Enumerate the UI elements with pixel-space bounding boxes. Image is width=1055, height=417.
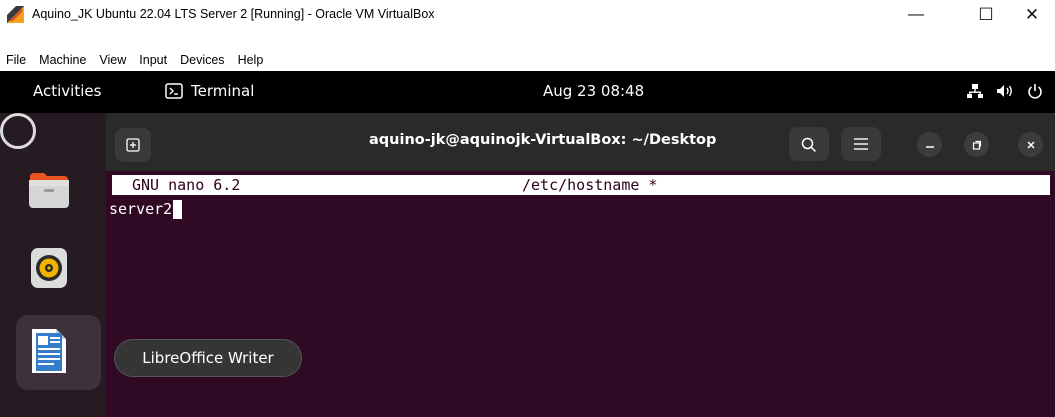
terminal-icon <box>165 83 183 99</box>
hamburger-menu-button[interactable] <box>841 127 881 161</box>
libreoffice-writer-icon <box>32 329 66 373</box>
text-cursor <box>173 199 183 219</box>
nano-version: GNU nano 6.2 <box>132 176 241 194</box>
rhythmbox-icon <box>31 248 67 288</box>
search-button[interactable] <box>789 127 829 161</box>
system-tray[interactable] <box>954 83 1043 99</box>
menu-input[interactable]: Input <box>139 53 167 67</box>
ubuntu-dock <box>0 113 106 417</box>
terminal-title: aquino-jk@aquinojk-VirtualBox: ~/Desktop <box>369 132 717 148</box>
menu-view[interactable]: View <box>99 53 126 67</box>
dock-item-rhythmbox[interactable] <box>16 241 101 316</box>
terminal-minimize-button[interactable] <box>917 132 942 157</box>
window-title: Aquino_JK Ubuntu 22.04 LTS Server 2 [Run… <box>32 7 435 21</box>
maximize-button[interactable]: ☐ <box>963 0 1009 30</box>
app-menu-terminal[interactable]: Terminal <box>165 82 254 100</box>
new-tab-icon <box>126 138 140 152</box>
dock-item-libreoffice-writer[interactable] <box>16 315 101 390</box>
menu-devices[interactable]: Devices <box>180 53 224 67</box>
dock-tooltip: LibreOffice Writer <box>114 339 302 377</box>
files-icon <box>29 173 69 208</box>
hamburger-icon <box>854 138 868 150</box>
restore-icon <box>972 140 981 150</box>
editor-line-1: server2 <box>109 200 173 218</box>
volume-icon <box>996 83 1014 99</box>
close-icon <box>1026 140 1035 149</box>
dock-item-files[interactable] <box>16 162 101 237</box>
terminal-header-bar: aquino-jk@aquinojk-VirtualBox: ~/Desktop <box>106 113 1055 171</box>
gnome-top-bar: Activities Terminal Aug 23 08:48 <box>0 71 1055 113</box>
power-icon <box>1027 83 1043 99</box>
nano-title-bar: GNU nano 6.2 /etc/hostname * <box>112 175 1050 195</box>
network-icon <box>967 83 983 99</box>
dock-item-partial-icon[interactable] <box>0 113 36 149</box>
minimize-button[interactable]: — <box>893 0 939 30</box>
guest-screen: Activities Terminal Aug 23 08:48 aquino-… <box>0 71 1055 417</box>
app-menu-label: Terminal <box>191 82 255 100</box>
editor-text-area[interactable]: server2 <box>109 199 183 219</box>
new-tab-button[interactable] <box>115 128 151 162</box>
clock[interactable]: Aug 23 08:48 <box>543 82 644 100</box>
nano-filename: /etc/hostname * <box>522 176 658 194</box>
menu-help[interactable]: Help <box>238 53 264 67</box>
menu-machine[interactable]: Machine <box>39 53 86 67</box>
activities-button[interactable]: Activities <box>33 82 101 100</box>
terminal-close-button[interactable] <box>1018 132 1043 157</box>
terminal-maximize-button[interactable] <box>964 132 989 157</box>
close-button[interactable]: ✕ <box>1009 0 1055 30</box>
virtualbox-title-bar: Aquino_JK Ubuntu 22.04 LTS Server 2 [Run… <box>0 0 1055 30</box>
virtualbox-menu-bar: File Machine View Input Devices Help <box>0 49 1055 71</box>
menu-file[interactable]: File <box>6 53 26 67</box>
virtualbox-app-icon <box>7 6 24 23</box>
minimize-icon <box>925 145 934 148</box>
search-icon <box>801 137 817 153</box>
